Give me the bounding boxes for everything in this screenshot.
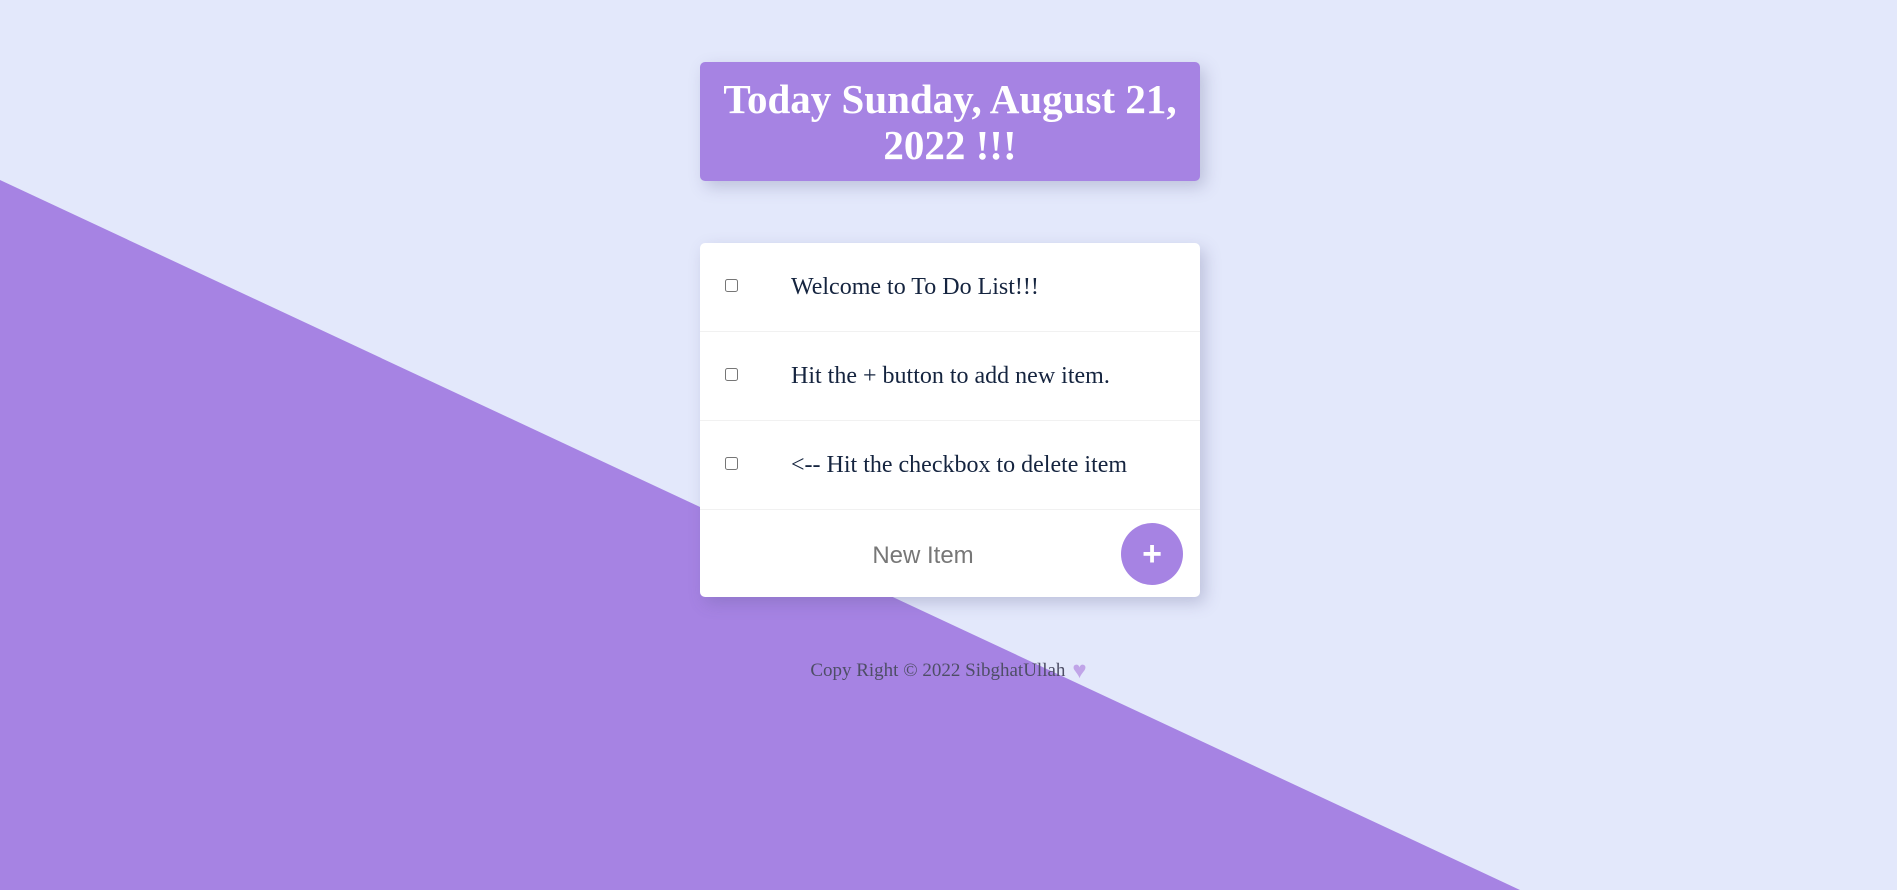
heart-icon: ♥ [1072, 658, 1087, 684]
todo-item-label: Welcome to To Do List!!! [791, 274, 1039, 300]
todo-item: Hit the + button to add new item. [700, 332, 1200, 421]
new-item-input[interactable] [806, 532, 1040, 579]
copyright-text: Copy Right © 2022 SibghatUllah [810, 660, 1066, 681]
heading-box: Today Sunday, August 21, 2022 !!! [700, 62, 1200, 181]
footer: Copy Right © 2022 SibghatUllah ♥ [0, 658, 1897, 684]
page-title: Today Sunday, August 21, 2022 !!! [723, 75, 1177, 168]
todo-item-label: Hit the + button to add new item. [791, 363, 1110, 389]
todo-item-checkbox[interactable] [725, 279, 738, 292]
todo-item: <-- Hit the checkbox to delete item [700, 421, 1200, 510]
add-item-button[interactable]: + [1121, 523, 1183, 585]
todo-item-label: <-- Hit the checkbox to delete item [791, 452, 1128, 478]
todo-item-checkbox[interactable] [725, 368, 738, 381]
todo-item-checkbox[interactable] [725, 457, 738, 470]
todo-list-card: Welcome to To Do List!!! Hit the + butto… [700, 243, 1200, 597]
todo-item: Welcome to To Do List!!! [700, 243, 1200, 332]
